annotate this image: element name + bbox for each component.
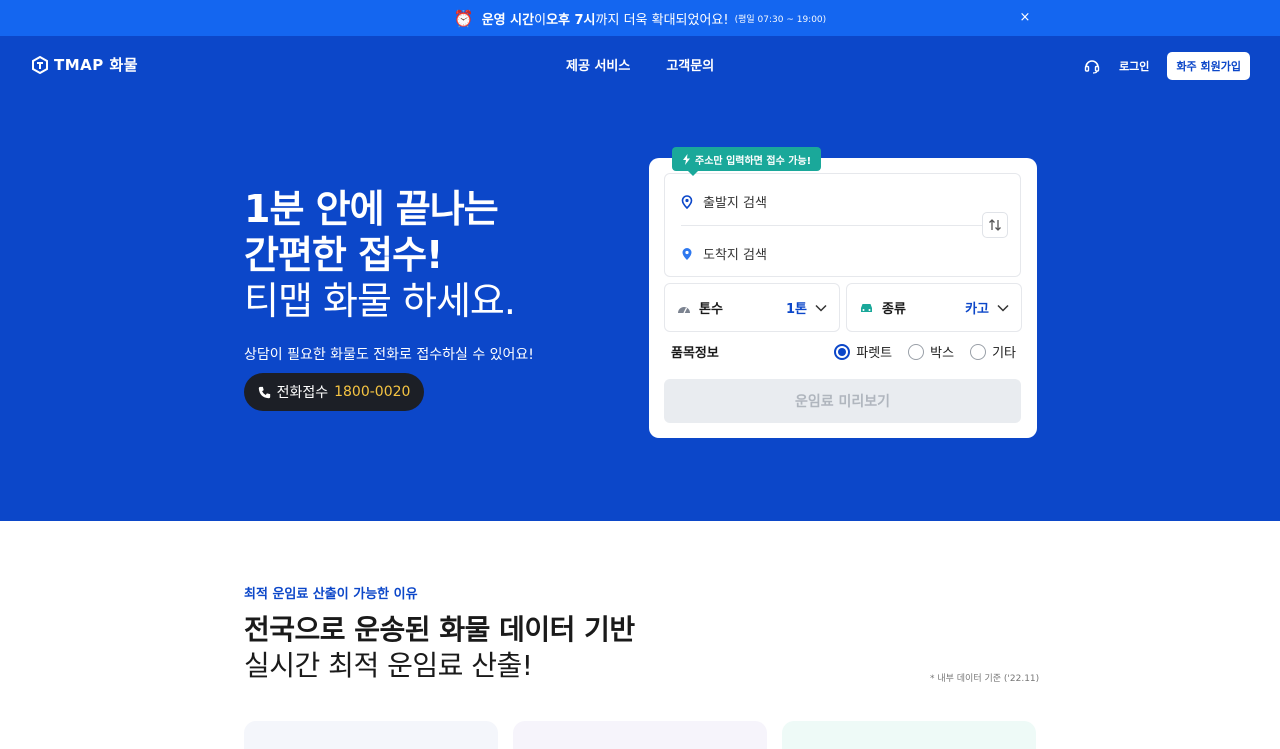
- banner-time: 오후 7시: [546, 12, 596, 28]
- goods-option-label: 기타: [992, 346, 1016, 361]
- car-icon: [861, 303, 872, 312]
- banner-text-4: 까지 더욱 확대되었어요!: [595, 12, 729, 28]
- origin-search-input[interactable]: 출발지 검색: [681, 192, 767, 211]
- address-divider: [681, 225, 999, 226]
- data-source-note: * 내부 데이터 기준 ('22.11): [930, 674, 1040, 684]
- alarm-clock-icon: ⏰: [453, 8, 474, 28]
- section-title-line-1: 전국으로 운송된 화물 데이터 기반: [244, 613, 635, 646]
- banner-text-2: 이: [534, 12, 547, 28]
- tmap-logo[interactable]: TMAP 화물: [32, 54, 138, 75]
- tonnage-label-wrap: 톤수: [677, 298, 786, 317]
- headline-line-1: 1분 안에 끝나는: [244, 187, 499, 231]
- phone-call-button[interactable]: 전화접수 1800-0020: [244, 373, 424, 411]
- feature-tile: [782, 721, 1036, 749]
- banner-hours-label: 운영 시간: [481, 12, 535, 28]
- address-tip-badge: 주소만 입력하면 접수 가능!: [672, 147, 822, 176]
- radio-selected: [834, 343, 851, 360]
- booking-card: 출발지 검색 도착지 검색 톤수 1톤 종류 카고 품목정보 파렛트 박스 기타…: [649, 158, 1037, 438]
- hero-headline: 1분 안에 끝나는 간편한 접수! 티맵 화물 하세요.: [244, 186, 516, 324]
- section-eyebrow: 최적 운임료 산출이 가능한 이유: [244, 587, 418, 602]
- logo-text: TMAP 화물: [54, 56, 139, 74]
- chevron-down-icon: [815, 304, 827, 312]
- chevron-down-icon: [997, 304, 1009, 312]
- phone-icon: [258, 386, 270, 398]
- header-actions: 로그인 화주 회원가입: [1083, 52, 1250, 80]
- destination-placeholder: 도착지 검색: [703, 248, 767, 263]
- goods-option-box[interactable]: 박스: [908, 342, 954, 361]
- tip-text: 주소만 입력하면 접수 가능!: [695, 155, 812, 167]
- hero-section: TMAP 화물 제공 서비스 고객문의 로그인 화주 회원가입 1분 안에 끝나…: [0, 36, 1280, 521]
- goods-option-pallet[interactable]: 파렛트: [834, 342, 892, 361]
- gauge-icon: [678, 306, 690, 313]
- call-number: 1800-0020: [334, 384, 411, 400]
- fare-preview-button[interactable]: 운임료 미리보기: [664, 379, 1021, 423]
- vehicle-type-select[interactable]: 종류 카고: [846, 283, 1022, 332]
- headline-line-2: 간편한 접수!: [244, 233, 443, 277]
- goods-title: 품목정보: [671, 346, 719, 361]
- type-label: 종류: [882, 302, 906, 317]
- main-nav: 제공 서비스 고객문의: [566, 55, 714, 74]
- tonnage-value: 1톤: [785, 302, 807, 317]
- call-label: 전화접수: [276, 385, 329, 401]
- radio-unselected: [970, 343, 987, 360]
- section-title-line-2: 실시간 최적 운임료 산출!: [244, 649, 533, 682]
- banner-close-icon[interactable]: ×: [1016, 9, 1034, 27]
- top-banner: ⏰ 운영 시간 이 오후 7시 까지 더욱 확대되었어요! (평일 07:30 ~ …: [0, 0, 1280, 36]
- feature-tile: [244, 721, 498, 749]
- type-value: 카고: [965, 302, 989, 317]
- tmap-logo-icon: [32, 55, 48, 74]
- goods-option-label: 파렛트: [856, 346, 893, 361]
- goods-info-row: 품목정보 파렛트 박스 기타: [671, 342, 1016, 361]
- banner-hours-detail: (평일 07:30 ~ 19:00): [734, 14, 827, 25]
- nav-services[interactable]: 제공 서비스: [566, 55, 630, 74]
- tonnage-label: 톤수: [699, 302, 723, 317]
- radio-unselected: [908, 343, 925, 360]
- origin-pin-icon: [681, 194, 693, 209]
- hero-subtext: 상담이 필요한 화물도 전화로 접수하실 수 있어요!: [244, 347, 534, 363]
- goods-option-other[interactable]: 기타: [970, 342, 1016, 361]
- lightning-icon: [683, 153, 690, 165]
- destination-search-input[interactable]: 도착지 검색: [681, 244, 767, 263]
- destination-pin-icon: [682, 247, 692, 260]
- login-link[interactable]: 로그인: [1119, 58, 1149, 74]
- headset-icon[interactable]: [1083, 57, 1101, 75]
- origin-placeholder: 출발지 검색: [703, 196, 767, 211]
- swap-addresses-icon[interactable]: [982, 212, 1008, 238]
- headline-line-3: 티맵 화물 하세요.: [244, 279, 516, 323]
- type-label-wrap: 종류: [859, 298, 965, 317]
- address-box: 출발지 검색 도착지 검색: [664, 173, 1021, 277]
- section-title: 전국으로 운송된 화물 데이터 기반 실시간 최적 운임료 산출!: [244, 612, 635, 684]
- tonnage-select[interactable]: 톤수 1톤: [664, 283, 840, 332]
- nav-support[interactable]: 고객문의: [666, 55, 714, 74]
- site-header: TMAP 화물 제공 서비스 고객문의 로그인 화주 회원가입: [0, 36, 1280, 92]
- signup-button[interactable]: 화주 회원가입: [1167, 52, 1250, 80]
- feature-tile: [513, 721, 767, 749]
- goods-option-label: 박스: [930, 346, 955, 361]
